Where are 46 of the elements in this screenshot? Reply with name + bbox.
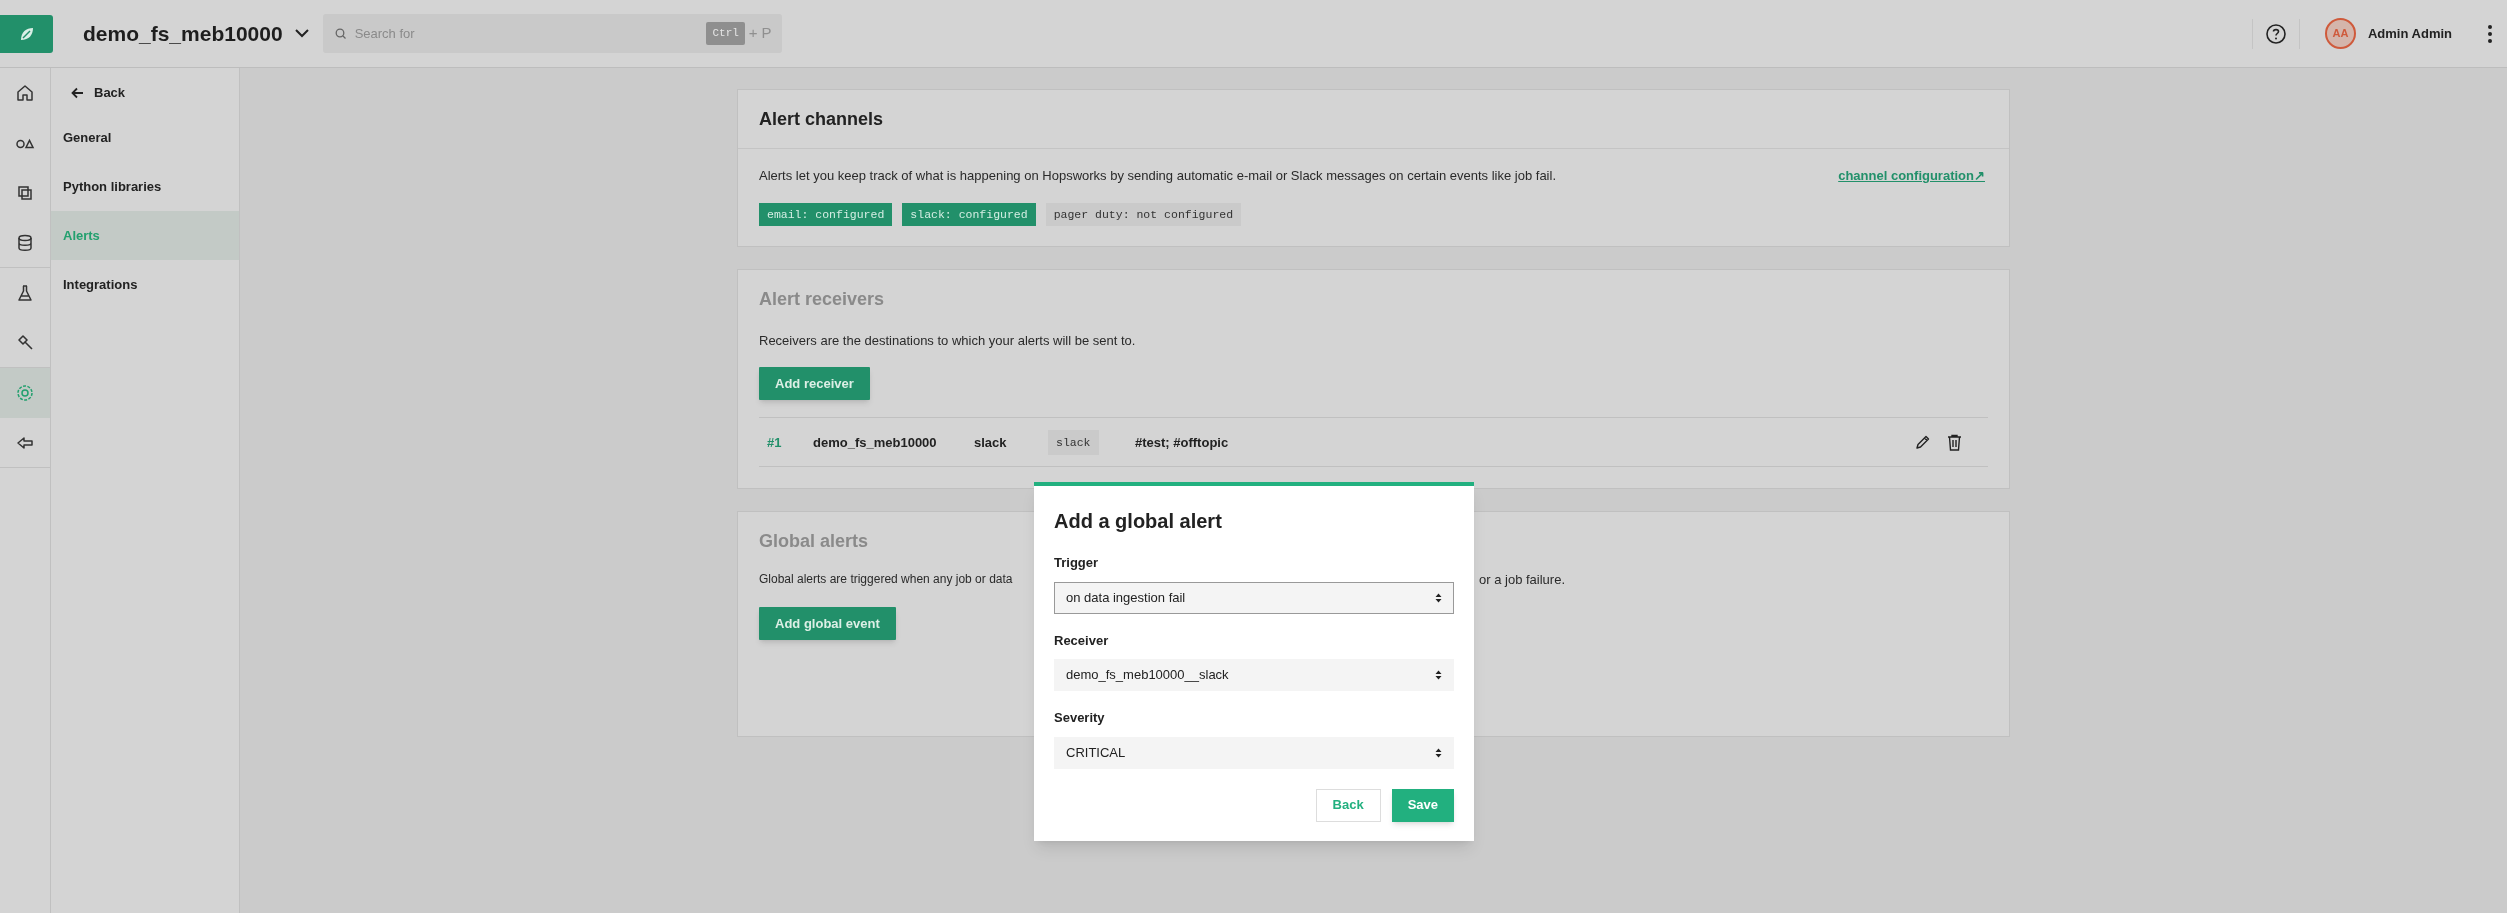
card-description: or a job failure.	[1479, 571, 1565, 590]
flask-icon[interactable]	[15, 283, 35, 303]
sidebar-item[interactable]: Integrations	[51, 260, 239, 309]
receiver-index: #1	[766, 433, 783, 452]
edit-icon[interactable]	[1915, 434, 1931, 451]
select-field[interactable]: CRITICAL	[1054, 736, 1454, 769]
more-options-icon[interactable]	[2487, 23, 2493, 44]
arrow-left-icon	[71, 87, 84, 99]
sort-arrows-icon	[1435, 592, 1442, 603]
back-link[interactable]: Back	[71, 78, 239, 108]
copy-icon[interactable]	[15, 183, 35, 203]
user-name[interactable]: Admin Admin	[2368, 23, 2452, 44]
field-label: Receiver	[1054, 631, 1110, 650]
card-title: Global alerts	[759, 530, 870, 554]
shortcut-plus: +	[748, 23, 758, 44]
status-badge: pager duty: not configured	[1045, 202, 1242, 226]
field-label: Trigger	[1054, 554, 1100, 572]
status-badge: email: configured	[759, 202, 893, 226]
field-label: Severity	[1054, 709, 1106, 727]
sidebar-item[interactable]: General	[51, 113, 239, 162]
receiver-name: demo_fs_meb10000	[813, 433, 938, 452]
chevron-down-icon	[294, 29, 309, 38]
sidebar-item[interactable]: Python libraries	[51, 162, 239, 211]
shortcut-letter: P	[761, 23, 772, 44]
card-title: Alert receivers	[759, 287, 886, 311]
card-description: Alerts let you keep track of what is happening on Hopsworks by sending automatic e-mail or Slack messages on certain events like job fail.	[759, 167, 1556, 185]
home-icon[interactable]	[15, 83, 35, 103]
shortcut-key: Ctrl	[706, 22, 745, 45]
project-selector[interactable]: demo_fs_meb10000	[83, 17, 309, 50]
sort-arrows-icon	[1435, 670, 1442, 680]
app-logo[interactable]	[0, 14, 53, 53]
database-icon[interactable]	[15, 232, 35, 253]
status-badge: slack: configured	[902, 202, 1036, 226]
type-tag: slack	[1048, 429, 1099, 455]
search-icon	[334, 28, 347, 40]
delete-icon[interactable]	[1947, 433, 1962, 451]
sort-arrows-icon	[1435, 747, 1442, 758]
card-description: Global alerts are triggered when any job or data	[759, 571, 1014, 589]
select-field[interactable]: on data ingestion fail	[1054, 581, 1454, 614]
card-description: Receivers are the destinations to which your alerts will be sent to.	[759, 331, 1137, 350]
dialog-title: Add a global alert	[1054, 509, 1223, 534]
receiver-type: slack	[974, 433, 1008, 452]
receiver-channels: #test; #offtopic	[1135, 433, 1230, 452]
help-icon[interactable]	[2265, 22, 2287, 45]
select-field[interactable]: demo_fs_meb10000__slack	[1054, 659, 1454, 691]
card-title: Alert channels	[759, 107, 884, 131]
